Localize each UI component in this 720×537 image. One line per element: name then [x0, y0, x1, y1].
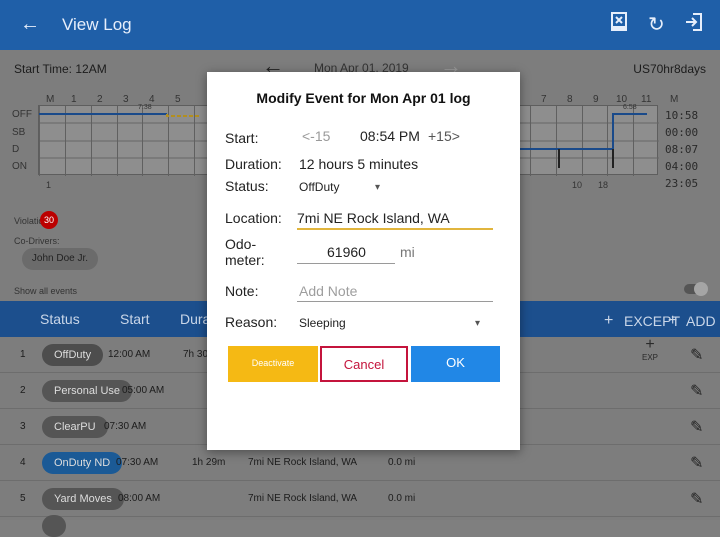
start-time-value: 08:54 PM: [360, 128, 420, 144]
plus-15-button[interactable]: +15>: [428, 128, 460, 144]
hour-label: 1: [71, 94, 77, 105]
graph-marker-label: 10: [572, 180, 583, 190]
app-bar: ← View Log ↻: [0, 0, 720, 50]
show-all-events-label: Show all events: [14, 286, 78, 296]
hour-label: 8: [567, 94, 573, 105]
hour-label: 9: [593, 94, 599, 105]
chevron-down-icon[interactable]: ▾: [375, 182, 380, 193]
hour-label: 2: [97, 94, 103, 105]
deactivate-button[interactable]: Deactivate: [228, 346, 318, 382]
odometer-label: Odo-meter:: [225, 236, 265, 268]
start-label: Start:: [225, 130, 259, 146]
graph-marker-label: 6:58: [623, 104, 637, 111]
note-input[interactable]: Add Note: [299, 283, 357, 299]
page-title: View Log: [62, 15, 132, 34]
duration-label: Duration:: [225, 156, 282, 172]
hour-label: 3: [123, 94, 129, 105]
edit-pencil-icon[interactable]: ✎: [690, 489, 703, 509]
co-drivers-label: Co-Drivers:: [14, 236, 60, 246]
header-status: Status: [40, 311, 80, 327]
header-start: Start: [120, 311, 150, 327]
status-dropdown[interactable]: OffDuty: [299, 180, 339, 194]
graph-marker-label: 1: [46, 180, 52, 190]
location-input-underline: [297, 228, 493, 230]
graph-marker-label: 7:38: [138, 104, 152, 111]
odometer-underline: [297, 263, 395, 264]
edit-pencil-icon[interactable]: ✎: [690, 345, 703, 365]
hour-label: 5: [175, 94, 181, 105]
note-underline: [297, 301, 493, 302]
minus-15-button[interactable]: <-15: [302, 128, 330, 144]
logout-icon[interactable]: [684, 12, 704, 38]
header-duration: Dura: [180, 311, 211, 327]
plus-icon: +: [604, 312, 614, 329]
start-time-label: Start Time: 12AM: [14, 62, 107, 76]
reason-dropdown[interactable]: Sleeping: [299, 316, 346, 330]
total-all: 23:05: [665, 177, 699, 190]
status-label: Status:: [225, 178, 269, 194]
edit-pencil-icon[interactable]: ✎: [690, 417, 703, 437]
graph-marker-label: 18: [598, 180, 609, 190]
odometer-input[interactable]: 61960: [327, 244, 366, 260]
hour-label: M: [46, 94, 55, 105]
odometer-unit: mi: [400, 244, 415, 260]
graph-row-on: ON: [12, 161, 27, 172]
ok-button[interactable]: OK: [411, 346, 500, 382]
status-chip-partial: [42, 515, 66, 537]
cancel-button[interactable]: Cancel: [320, 346, 408, 382]
chevron-down-icon[interactable]: ▾: [475, 318, 480, 329]
exp-button[interactable]: + EXP: [640, 336, 660, 363]
plus-icon: +: [645, 336, 655, 353]
graph-row-sb: SB: [12, 127, 26, 138]
graph-row-off: OFF: [12, 109, 32, 120]
hour-label: 11: [641, 94, 652, 105]
edit-pencil-icon[interactable]: ✎: [690, 381, 703, 401]
graph-row-d: D: [12, 144, 20, 155]
hour-label: 7: [541, 94, 547, 105]
location-input[interactable]: 7mi NE Rock Island, WA: [297, 210, 450, 226]
dialog-title: Modify Event for Mon Apr 01 log: [256, 90, 471, 106]
table-row[interactable]: 4 OnDuty ND 07:30 AM 1h 29m 7mi NE Rock …: [0, 445, 720, 481]
total-sb: 00:00: [665, 126, 699, 139]
reason-label: Reason:: [225, 314, 278, 330]
status-chip: OffDuty: [42, 344, 104, 366]
location-label: Location:: [225, 210, 282, 226]
back-arrow-icon[interactable]: ←: [20, 13, 40, 36]
show-all-events-toggle[interactable]: [684, 282, 708, 296]
status-chip: OnDuty ND: [42, 452, 123, 474]
total-d: 08:07: [665, 143, 699, 156]
violation-count-badge[interactable]: 30: [40, 211, 58, 229]
cycle-rule-label: US70hr8days: [633, 62, 706, 76]
plus-icon: +: [668, 312, 678, 329]
status-chip: ClearPU: [42, 416, 108, 438]
modify-event-dialog: Modify Event for Mon Apr 01 log Start: <…: [207, 72, 520, 450]
note-label: Note:: [225, 283, 259, 299]
refresh-icon[interactable]: ↻: [648, 12, 665, 37]
edit-pencil-icon[interactable]: ✎: [690, 453, 703, 473]
co-driver-chip[interactable]: John Doe Jr.: [22, 248, 98, 270]
total-on: 04:00: [665, 160, 699, 173]
table-row[interactable]: 5 Yard Moves 08:00 AM 7mi NE Rock Island…: [0, 481, 720, 517]
export-pdf-icon[interactable]: [610, 12, 628, 38]
status-chip: Yard Moves: [42, 488, 124, 510]
status-chip: Personal Use: [42, 380, 133, 402]
hour-label: M: [670, 94, 679, 105]
duration-value: 12 hours 5 minutes: [299, 156, 419, 172]
total-off: 10:58: [665, 109, 699, 122]
